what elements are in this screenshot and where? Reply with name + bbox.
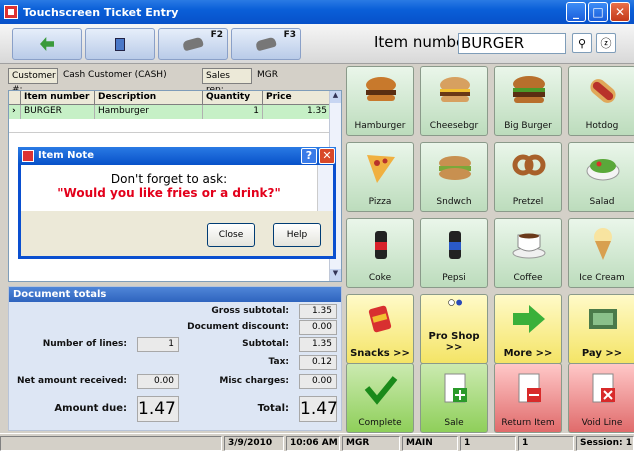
tax: 0.12 <box>299 355 337 370</box>
status-session: Session: 1 <box>576 436 634 451</box>
ticket-icon <box>182 36 204 52</box>
big-burger-icon <box>513 76 545 103</box>
money-icon <box>589 309 617 329</box>
sale-button[interactable]: Sale <box>420 363 488 433</box>
totals-header: Document totals <box>9 287 341 302</box>
sandwich-icon <box>439 156 471 180</box>
app-icon <box>4 5 18 19</box>
ice-cream-icon <box>594 228 612 260</box>
sales-rep-label: Sales rep: <box>202 68 252 95</box>
misc-charges: 0.00 <box>299 374 337 389</box>
help-button[interactable]: Help <box>273 223 321 247</box>
sandwich-button[interactable]: Sndwch <box>420 142 488 212</box>
status-time: 10:06 AM <box>286 436 340 451</box>
status-date: 3/9/2010 <box>224 436 284 451</box>
maximize-button[interactable]: □ <box>588 2 608 22</box>
salad-button[interactable]: Salad <box>568 142 634 212</box>
window-title: Touchscreen Ticket Entry <box>23 5 179 19</box>
dialog-app-icon <box>22 150 34 162</box>
minimize-button[interactable]: _ <box>566 2 586 22</box>
return-item-button[interactable]: Return Item <box>494 363 562 433</box>
big-burger-button[interactable]: Big Burger <box>494 66 562 136</box>
note-button[interactable] <box>85 28 155 60</box>
checkmark-icon <box>364 376 398 405</box>
salad-icon <box>586 159 620 181</box>
sale-document-icon <box>444 373 467 403</box>
dialog-title-bar: Item Note ? ✕ <box>18 147 336 165</box>
pepsi-button[interactable]: Pepsi <box>420 218 488 288</box>
status-field-a: 1 <box>460 436 516 451</box>
close-button-dialog[interactable]: Close <box>207 223 255 247</box>
chips-bag-icon <box>368 305 392 333</box>
pro-shop-button[interactable]: Pro Shop >> <box>420 294 488 364</box>
cheeseburger-button[interactable]: Cheesebgr <box>420 66 488 136</box>
golf-icon <box>448 299 463 306</box>
note-scrollbar[interactable] <box>317 165 333 211</box>
pretzel-icon <box>512 154 546 176</box>
close-button[interactable]: ✕ <box>610 2 630 22</box>
complete-button[interactable]: Complete <box>346 363 414 433</box>
document-totals: Document totals Gross subtotal: 1.35 Doc… <box>8 286 342 431</box>
help-icon[interactable]: ? <box>301 148 317 164</box>
green-arrow-icon <box>513 305 545 333</box>
pepsi-can-icon <box>449 231 461 259</box>
coke-button[interactable]: Coke <box>346 218 414 288</box>
row-pointer-icon: › <box>9 105 21 119</box>
coke-can-icon <box>375 231 387 259</box>
status-field-b: 1 <box>518 436 574 451</box>
void-document-icon <box>592 373 615 403</box>
scroll-up-icon[interactable]: ▲ <box>330 91 341 103</box>
coffee-cup-icon <box>512 233 546 259</box>
return-document-icon <box>518 373 541 403</box>
pay-button[interactable]: Pay >> <box>568 294 634 364</box>
total: 1.47 <box>299 396 338 422</box>
zoom-icon[interactable]: ⓩ <box>596 33 616 53</box>
hotdog-icon <box>590 79 616 103</box>
status-bar: 3/9/2010 10:06 AM MGR MAIN 1 1 Session: … <box>0 433 634 451</box>
hotdog-button[interactable]: Hotdog <box>568 66 634 136</box>
f2-button[interactable]: F2 <box>158 28 228 60</box>
status-store: MAIN <box>402 436 458 451</box>
hamburger-icon <box>366 77 396 101</box>
col-price: Price <box>263 91 331 105</box>
pizza-button[interactable]: Pizza <box>346 142 414 212</box>
pizza-icon <box>367 155 395 183</box>
subtotal: 1.35 <box>299 337 337 352</box>
pretzel-button[interactable]: Pretzel <box>494 142 562 212</box>
table-row-empty[interactable] <box>9 119 331 133</box>
gross-subtotal: 1.35 <box>299 304 337 319</box>
customer-value[interactable]: Cash Customer (CASH) <box>60 68 190 84</box>
customer-label: Customer #: <box>8 68 58 95</box>
note-message: Don't forget to ask: "Would you like fri… <box>21 165 317 211</box>
menu-grid: Hamburger Cheesebgr Big Burger Hotdog Pi… <box>346 66 634 433</box>
col-description: Description <box>95 91 203 105</box>
ticket-icon <box>255 36 277 52</box>
more-button[interactable]: More >> <box>494 294 562 364</box>
title-bar: Touchscreen Ticket Entry _ □ ✕ <box>0 0 634 24</box>
status-user: MGR <box>342 436 400 451</box>
ice-cream-button[interactable]: Ice Cream <box>568 218 634 288</box>
f3-button[interactable]: F3 <box>231 28 301 60</box>
search-icon[interactable]: ⚲ <box>572 33 592 53</box>
col-quantity: Quantity <box>203 91 263 105</box>
snacks-button[interactable]: Snacks >> <box>346 294 414 364</box>
col-item-number: Item number <box>21 91 95 105</box>
toolbar: F2 F3 Item number BURGER ⚲ ⓩ <box>0 24 634 64</box>
cheeseburger-icon <box>440 77 470 102</box>
table-row[interactable]: › BURGER Hamburger 1 1.35 <box>9 105 331 119</box>
item-number-label: Item number <box>374 33 472 51</box>
coffee-button[interactable]: Coffee <box>494 218 562 288</box>
exit-button[interactable] <box>12 28 82 60</box>
document-discount: 0.00 <box>299 320 337 335</box>
void-line-button[interactable]: Void Line <box>568 363 634 433</box>
sales-rep-value[interactable]: MGR <box>254 68 314 84</box>
scroll-down-icon[interactable]: ▼ <box>330 269 341 281</box>
item-number-input[interactable]: BURGER <box>458 33 566 54</box>
exit-arrow-icon <box>40 37 54 51</box>
hamburger-button[interactable]: Hamburger <box>346 66 414 136</box>
note-icon <box>115 37 125 51</box>
close-icon[interactable]: ✕ <box>319 148 335 164</box>
item-note-dialog: Item Note ? ✕ Don't forget to ask: "Woul… <box>18 147 336 259</box>
